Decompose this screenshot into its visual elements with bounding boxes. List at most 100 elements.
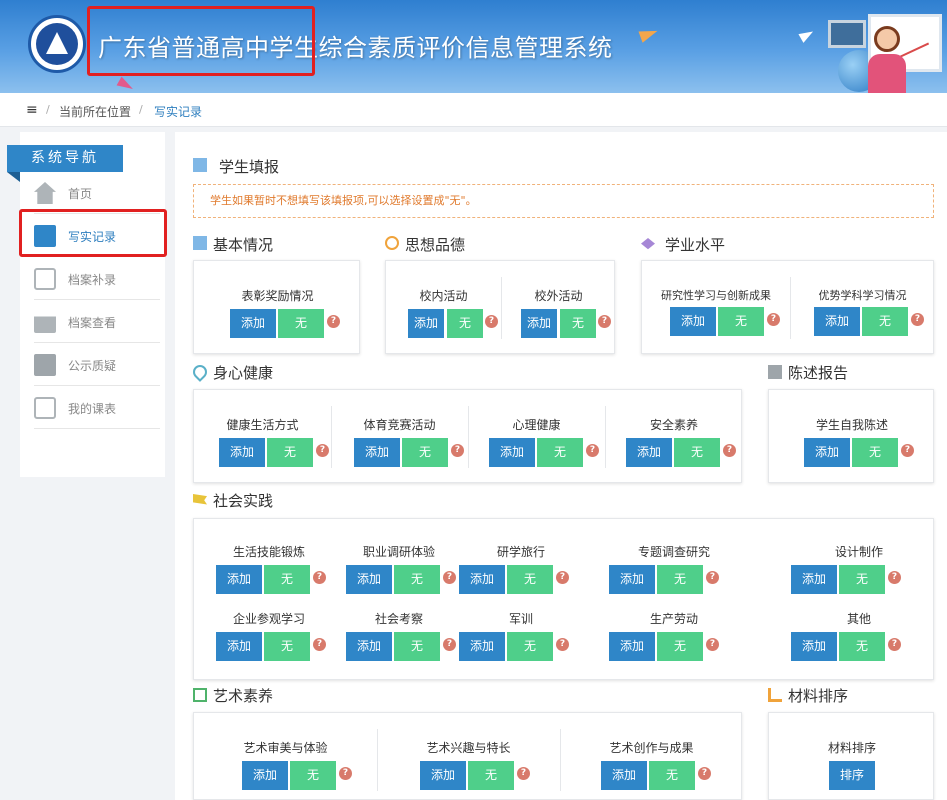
item-label: 设计制作	[834, 545, 883, 559]
help-icon[interactable]: ?	[316, 444, 329, 457]
add-button[interactable]: 添加	[791, 565, 837, 594]
help-icon[interactable]: ?	[706, 571, 719, 584]
fill-item: 生活技能锻炼 添加 无 ?	[194, 543, 344, 594]
sidebar-item-label: 公示质疑	[68, 359, 117, 373]
sidebar-item-archive-view[interactable]: 档案查看	[34, 301, 160, 343]
add-button[interactable]: 添加	[804, 438, 850, 467]
breadcrumb-current[interactable]: 写实记录	[154, 103, 202, 120]
paper-plane-icon	[798, 27, 816, 43]
none-button[interactable]: 无	[674, 438, 720, 467]
none-button[interactable]: 无	[290, 761, 336, 790]
help-icon[interactable]: ?	[485, 315, 498, 328]
copy-icon	[768, 365, 782, 379]
item-label: 艺术兴趣与特长	[426, 741, 511, 755]
help-icon[interactable]: ?	[327, 315, 340, 328]
fill-item: 企业参观学习 添加 无 ?	[194, 610, 344, 661]
none-button[interactable]: 无	[560, 309, 596, 338]
fill-item: 学生自我陈述 添加 无 ?	[769, 416, 935, 467]
add-button[interactable]: 添加	[230, 309, 276, 338]
none-button[interactable]: 无	[657, 565, 703, 594]
add-button[interactable]: 添加	[420, 761, 466, 790]
sidebar-item-public-query[interactable]: 公示质疑	[34, 344, 160, 386]
fill-item: 艺术创作与成果 添加 无 ?	[560, 739, 743, 790]
help-icon[interactable]: ?	[517, 767, 530, 780]
add-button[interactable]: 添加	[489, 438, 535, 467]
none-button[interactable]: 无	[394, 565, 440, 594]
none-button[interactable]: 无	[852, 438, 898, 467]
none-button[interactable]: 无	[507, 632, 553, 661]
help-icon[interactable]: ?	[556, 638, 569, 651]
add-button[interactable]: 添加	[670, 307, 716, 336]
none-button[interactable]: 无	[468, 761, 514, 790]
section-title-health: 身心健康	[213, 364, 274, 382]
item-label: 艺术创作与成果	[609, 741, 694, 755]
add-button[interactable]: 添加	[814, 307, 860, 336]
help-icon[interactable]: ?	[723, 444, 736, 457]
sidebar-item-supplement[interactable]: 档案补录	[34, 258, 160, 300]
item-label: 生产劳动	[649, 612, 698, 626]
help-icon[interactable]: ?	[888, 638, 901, 651]
add-button[interactable]: 添加	[459, 632, 505, 661]
add-button[interactable]: 添加	[216, 565, 262, 594]
add-button[interactable]: 添加	[216, 632, 262, 661]
sidebar-item-label: 档案补录	[68, 273, 117, 287]
fill-item: 研究性学习与创新成果 添加 无 ?	[642, 287, 790, 337]
none-button[interactable]: 无	[839, 632, 885, 661]
breadcrumb-location: 当前所在位置	[59, 105, 132, 119]
none-button[interactable]: 无	[718, 307, 764, 336]
fill-item: 专题调查研究 添加 无 ?	[594, 543, 754, 594]
help-icon[interactable]: ?	[451, 444, 464, 457]
sidebar-item-home[interactable]: 首页	[34, 172, 160, 214]
help-icon[interactable]: ?	[556, 571, 569, 584]
none-button[interactable]: 无	[507, 565, 553, 594]
add-button[interactable]: 添加	[219, 438, 265, 467]
add-button[interactable]: 添加	[521, 309, 557, 338]
none-button[interactable]: 无	[657, 632, 703, 661]
none-button[interactable]: 无	[537, 438, 583, 467]
none-button[interactable]: 无	[394, 632, 440, 661]
help-icon[interactable]: ?	[767, 313, 780, 326]
add-button[interactable]: 添加	[408, 309, 444, 338]
help-icon[interactable]: ?	[698, 767, 711, 780]
add-button[interactable]: 添加	[346, 565, 392, 594]
none-button[interactable]: 无	[839, 565, 885, 594]
teacher-illustration	[868, 54, 906, 93]
help-icon[interactable]: ?	[339, 767, 352, 780]
help-icon[interactable]: ?	[586, 444, 599, 457]
none-button[interactable]: 无	[649, 761, 695, 790]
none-button[interactable]: 无	[278, 309, 324, 338]
help-icon[interactable]: ?	[888, 571, 901, 584]
help-icon[interactable]: ?	[598, 315, 611, 328]
add-button[interactable]: 添加	[346, 632, 392, 661]
add-button[interactable]: 添加	[609, 632, 655, 661]
student-fill-title: 学生填报	[219, 158, 280, 176]
add-button[interactable]: 添加	[626, 438, 672, 467]
add-button[interactable]: 添加	[354, 438, 400, 467]
help-icon[interactable]: ?	[911, 313, 924, 326]
add-button[interactable]: 添加	[601, 761, 647, 790]
none-button[interactable]: 无	[267, 438, 313, 467]
add-button[interactable]: 添加	[459, 565, 505, 594]
menu-toggle-icon[interactable]: ≡	[26, 102, 38, 118]
none-button[interactable]: 无	[264, 565, 310, 594]
flag-icon	[193, 494, 207, 505]
none-button[interactable]: 无	[447, 309, 483, 338]
section-title-art: 艺术素养	[213, 687, 274, 705]
none-button[interactable]: 无	[264, 632, 310, 661]
help-icon[interactable]: ?	[706, 638, 719, 651]
item-label: 研学旅行	[496, 545, 545, 559]
sidebar-item-schedule[interactable]: 我的课表	[34, 387, 160, 429]
add-button[interactable]: 添加	[609, 565, 655, 594]
add-button[interactable]: 添加	[791, 632, 837, 661]
section-title-sorting: 材料排序	[788, 687, 849, 705]
none-button[interactable]: 无	[402, 438, 448, 467]
help-icon[interactable]: ?	[901, 444, 914, 457]
fill-item: 校外活动 添加 无 ?	[501, 287, 616, 338]
swap-icon	[34, 397, 56, 419]
none-button[interactable]: 无	[862, 307, 908, 336]
sort-button[interactable]: 排序	[829, 761, 875, 790]
fill-item: 军训 添加 无 ?	[446, 610, 596, 661]
add-button[interactable]: 添加	[242, 761, 288, 790]
item-label: 军训	[508, 612, 533, 626]
card-basic: 表彰奖励情况 添加 无 ?	[193, 260, 360, 354]
